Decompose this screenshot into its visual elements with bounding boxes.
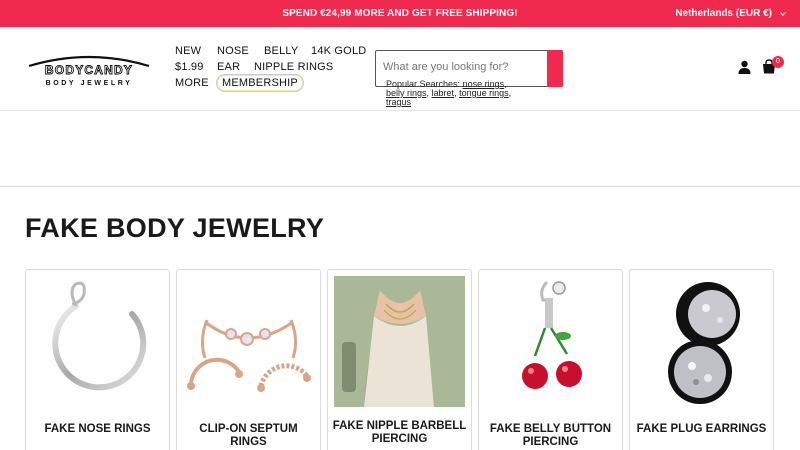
promo-bar: SPEND €24,99 MORE AND GET FREE SHIPPING!… <box>0 0 800 27</box>
nav-nipple-rings[interactable]: NIPPLE RINGS <box>254 61 333 73</box>
account-icon[interactable] <box>738 60 751 74</box>
search-input[interactable] <box>383 61 543 73</box>
logo-wordmark: BODYCANDY <box>45 63 133 77</box>
popular-search-link[interactable]: labret <box>432 88 455 98</box>
cart-count-badge: 0 <box>772 56 784 68</box>
cherry-belly-ring-image <box>522 280 582 389</box>
popular-search-link[interactable]: tragus <box>386 97 411 107</box>
plug-earrings-image <box>668 282 740 404</box>
region-label: Netherlands (EUR €) <box>675 8 772 19</box>
site-header: BODYCANDY BODY JEWELRY NEW NOSE BELLY 14… <box>0 27 800 111</box>
category-name: FAKE NIPPLE BARBELL PIERCING <box>332 420 467 445</box>
popular-searches: Popular Searches: nose rings, belly ring… <box>386 79 512 107</box>
septum-ring-image <box>187 319 311 392</box>
nav-new[interactable]: NEW <box>175 45 201 57</box>
category-card-fake-belly-button[interactable]: FAKE BELLY BUTTON PIERCING <box>478 269 623 450</box>
category-name: FAKE PLUG EARRINGS <box>636 423 767 435</box>
logo-subtitle: BODY JEWELRY <box>46 80 133 87</box>
nav-nose[interactable]: NOSE <box>217 45 249 57</box>
nav-more[interactable]: MORE <box>175 77 209 89</box>
region-currency-selector[interactable]: Netherlands (EUR €) <box>675 8 786 19</box>
nav-price[interactable]: $1.99 <box>175 61 204 73</box>
nose-ring-image <box>52 281 147 391</box>
nav-14k-gold[interactable]: 14K GOLD <box>311 45 366 57</box>
category-card-fake-nose-rings[interactable]: FAKE NOSE RINGS <box>25 269 170 450</box>
category-banner <box>0 111 800 187</box>
popular-search-link[interactable]: tongue rings <box>459 88 509 98</box>
category-name: CLIP-ON SEPTUM RINGS <box>199 423 298 448</box>
nipple-barbell-photo <box>334 276 465 407</box>
category-name: FAKE NOSE RINGS <box>44 423 151 435</box>
chevron-down-icon <box>780 11 786 16</box>
bodycandy-logo[interactable]: BODYCANDY BODY JEWELRY <box>25 54 153 88</box>
category-card-clip-on-septum-rings[interactable]: CLIP-ON SEPTUM RINGS <box>176 269 321 450</box>
nav-membership[interactable]: MEMBERSHIP <box>216 74 304 92</box>
category-name: FAKE BELLY BUTTON PIERCING <box>489 423 612 448</box>
nav-ear[interactable]: EAR <box>217 61 240 73</box>
category-card-fake-plug-earrings[interactable]: FAKE PLUG EARRINGS <box>629 269 774 450</box>
category-card-fake-nipple-barbell[interactable]: FAKE NIPPLE BARBELL PIERCING <box>327 269 472 450</box>
page-title: FAKE BODY JEWELRY <box>25 213 325 243</box>
nav-belly[interactable]: BELLY <box>264 45 298 57</box>
search-button[interactable] <box>547 50 563 87</box>
